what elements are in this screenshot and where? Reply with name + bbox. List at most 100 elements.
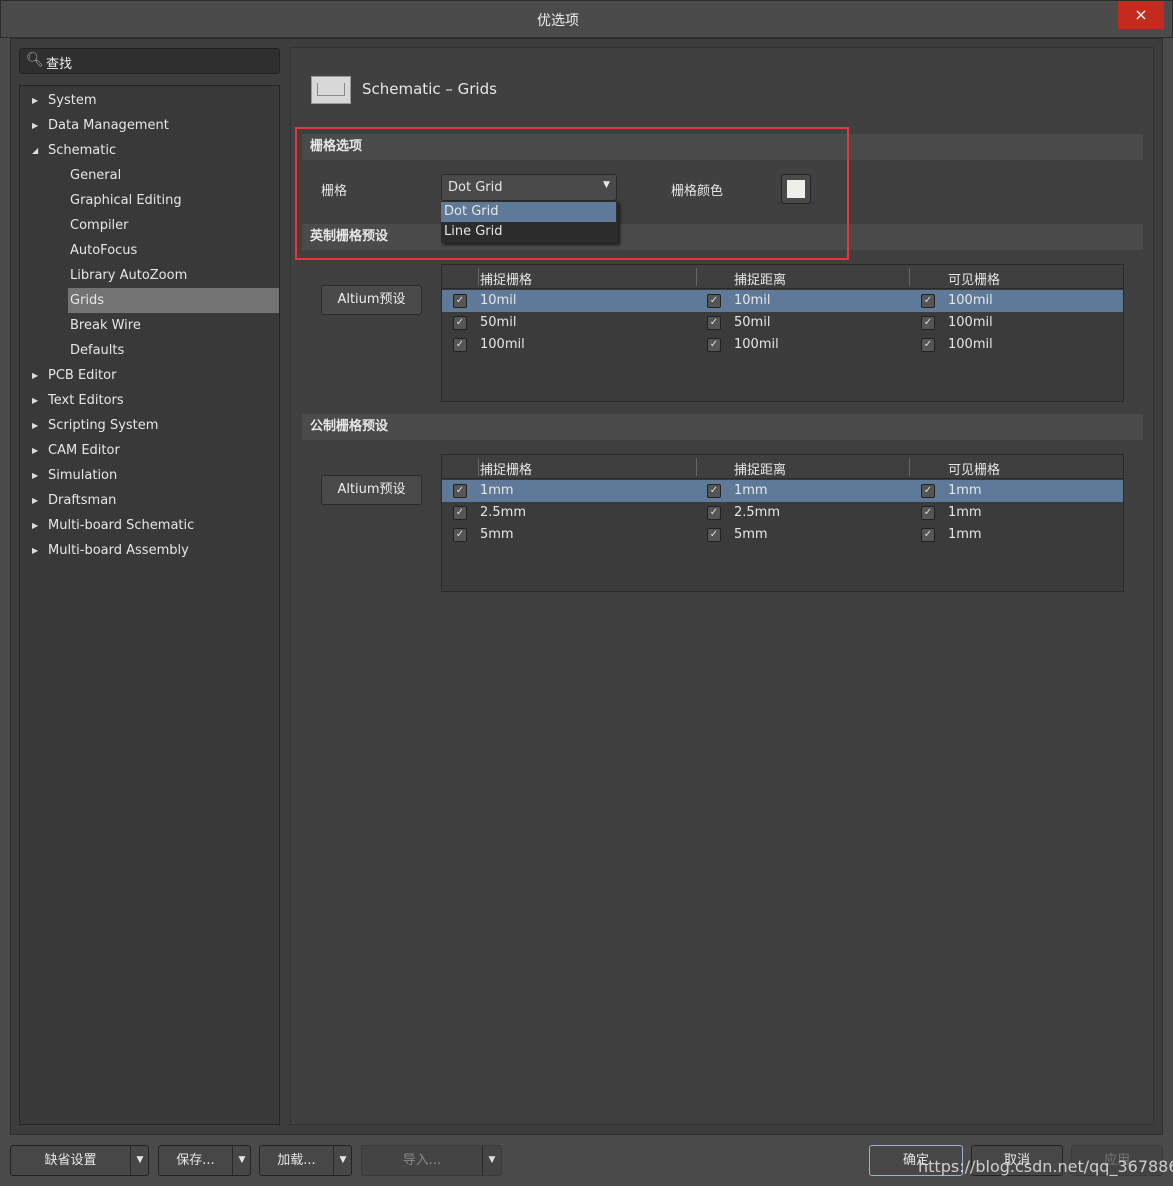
tree-item[interactable]: ▶ PCB Editor [32, 363, 117, 388]
tree-item[interactable]: Compiler [70, 213, 129, 238]
tree-item[interactable]: ▶ Multi-board Assembly [32, 538, 189, 563]
search-input[interactable]: 🔍︎ 查找 [19, 48, 280, 74]
section-metric-presets: 公制栅格预设 [302, 414, 1143, 440]
column-header[interactable]: 捕捉栅格 [480, 459, 532, 478]
highlight-box [295, 127, 849, 260]
cell-value: 10mil [480, 293, 517, 308]
tree-item[interactable]: ▶ Scripting System [32, 413, 158, 438]
column-header[interactable]: 可见栅格 [948, 269, 1000, 288]
expand-arrow-icon[interactable]: ▶ [32, 88, 38, 113]
cell-value: 50mil [734, 315, 771, 330]
checkbox[interactable]: ✓ [707, 316, 721, 330]
checkbox[interactable]: ✓ [921, 528, 935, 542]
metric-altium-preset-button[interactable]: Altium预设 [321, 475, 422, 505]
expand-arrow-icon[interactable]: ▶ [32, 113, 38, 138]
tree-item[interactable]: ▶ Multi-board Schematic [32, 513, 194, 538]
page-title: Schematic – Grids [362, 80, 497, 98]
tree-item-label: General [70, 168, 122, 183]
chevron-down-icon[interactable]: ▼ [130, 1146, 149, 1175]
imperial-altium-preset-button[interactable]: Altium预设 [321, 285, 422, 315]
load-button[interactable]: 加载... ▼ [259, 1145, 352, 1176]
tree-item-label: CAM Editor [48, 443, 120, 458]
search-icon: 🔍︎ [26, 52, 44, 68]
checkbox[interactable]: ✓ [707, 528, 721, 542]
defaults-label: 缺省设置 [44, 1153, 97, 1168]
tree-item[interactable]: Graphical Editing [70, 188, 182, 213]
table-row[interactable]: ✓ 1mm ✓ 1mm ✓ 1mm [442, 480, 1123, 502]
checkbox[interactable]: ✓ [453, 316, 467, 330]
table-header: 捕捉栅格 捕捉距离 可见栅格 [442, 265, 1123, 289]
tree-item[interactable]: Grids [68, 288, 279, 313]
table-row[interactable]: ✓ 50mil ✓ 50mil ✓ 100mil [442, 312, 1123, 334]
tree-item[interactable]: ◢ Schematic [32, 138, 117, 163]
column-header[interactable]: 捕捉距离 [734, 269, 786, 288]
tree-item-label: Simulation [48, 468, 118, 483]
checkbox[interactable]: ✓ [921, 316, 935, 330]
checkbox[interactable]: ✓ [921, 294, 935, 308]
import-button[interactable]: 导入... ▼ [361, 1145, 502, 1176]
tree-item[interactable]: Library AutoZoom [70, 263, 187, 288]
chevron-down-icon[interactable]: ▼ [232, 1146, 251, 1175]
cell-value: 100mil [948, 315, 993, 330]
table-row[interactable]: ✓ 2.5mm ✓ 2.5mm ✓ 1mm [442, 502, 1123, 524]
expand-arrow-icon[interactable]: ▶ [32, 488, 38, 513]
checkbox[interactable]: ✓ [921, 506, 935, 520]
checkbox[interactable]: ✓ [453, 506, 467, 520]
tree-item[interactable]: ▶ System [32, 88, 96, 113]
checkbox[interactable]: ✓ [453, 338, 467, 352]
expand-arrow-icon[interactable]: ▶ [32, 463, 38, 488]
expand-arrow-icon[interactable]: ▶ [32, 538, 38, 563]
checkbox[interactable]: ✓ [707, 294, 721, 308]
collapse-arrow-icon[interactable]: ◢ [32, 138, 38, 163]
tree-item-label: PCB Editor [48, 368, 117, 383]
save-button[interactable]: 保存... ▼ [158, 1145, 251, 1176]
checkbox[interactable]: ✓ [453, 484, 467, 498]
table-row[interactable]: ✓ 10mil ✓ 10mil ✓ 100mil [442, 290, 1123, 312]
tree-item[interactable]: ▶ CAM Editor [32, 438, 120, 463]
column-divider [478, 268, 479, 286]
cell-value: 100mil [480, 337, 525, 352]
defaults-button[interactable]: 缺省设置 ▼ [10, 1145, 149, 1176]
tree-item[interactable]: ▶ Text Editors [32, 388, 124, 413]
cell-value: 100mil [734, 337, 779, 352]
tree-item-label: Defaults [70, 343, 125, 358]
close-button[interactable]: × [1118, 1, 1164, 29]
tree-item-label: Text Editors [48, 393, 124, 408]
column-header[interactable]: 可见栅格 [948, 459, 1000, 478]
table-header: 捕捉栅格 捕捉距离 可见栅格 [442, 455, 1123, 479]
expand-arrow-icon[interactable]: ▶ [32, 363, 38, 388]
tree-item[interactable]: Defaults [70, 338, 124, 363]
tree-item[interactable]: General [70, 163, 121, 188]
tree-item-label: Break Wire [70, 318, 141, 333]
chevron-down-icon[interactable]: ▼ [482, 1146, 501, 1175]
tree-item[interactable]: ▶ Simulation [32, 463, 118, 488]
checkbox[interactable]: ✓ [921, 484, 935, 498]
tree-item-label: Schematic [48, 143, 117, 158]
column-header[interactable]: 捕捉距离 [734, 459, 786, 478]
checkbox[interactable]: ✓ [707, 338, 721, 352]
load-label: 加载... [277, 1153, 316, 1168]
tree-item[interactable]: ▶ Draftsman [32, 488, 116, 513]
table-row[interactable]: ✓ 100mil ✓ 100mil ✓ 100mil [442, 334, 1123, 356]
cell-value: 1mm [734, 483, 768, 498]
chevron-down-icon[interactable]: ▼ [333, 1146, 352, 1175]
tree-item[interactable]: ▶ Data Management [32, 113, 169, 138]
expand-arrow-icon[interactable]: ▶ [32, 513, 38, 538]
metric-grid-table: 捕捉栅格 捕捉距离 可见栅格 ✓ 1mm ✓ 1mm ✓ 1mm ✓ 2.5mm ✓ 2.5mm ✓ 1mm… [441, 454, 1124, 592]
tree-item[interactable]: Break Wire [70, 313, 141, 338]
checkbox[interactable]: ✓ [921, 338, 935, 352]
checkbox[interactable]: ✓ [453, 528, 467, 542]
checkbox[interactable]: ✓ [707, 506, 721, 520]
checkbox[interactable]: ✓ [453, 294, 467, 308]
table-row[interactable]: ✓ 5mm ✓ 5mm ✓ 1mm [442, 524, 1123, 546]
cell-value: 100mil [948, 337, 993, 352]
tree-item[interactable]: AutoFocus [70, 238, 137, 263]
checkbox[interactable]: ✓ [707, 484, 721, 498]
cell-value: 100mil [948, 293, 993, 308]
expand-arrow-icon[interactable]: ▶ [32, 413, 38, 438]
tree-item-label: Grids [70, 293, 105, 308]
expand-arrow-icon[interactable]: ▶ [32, 388, 38, 413]
tree-item-label: Multi-board Assembly [48, 543, 189, 558]
expand-arrow-icon[interactable]: ▶ [32, 438, 38, 463]
column-header[interactable]: 捕捉栅格 [480, 269, 532, 288]
